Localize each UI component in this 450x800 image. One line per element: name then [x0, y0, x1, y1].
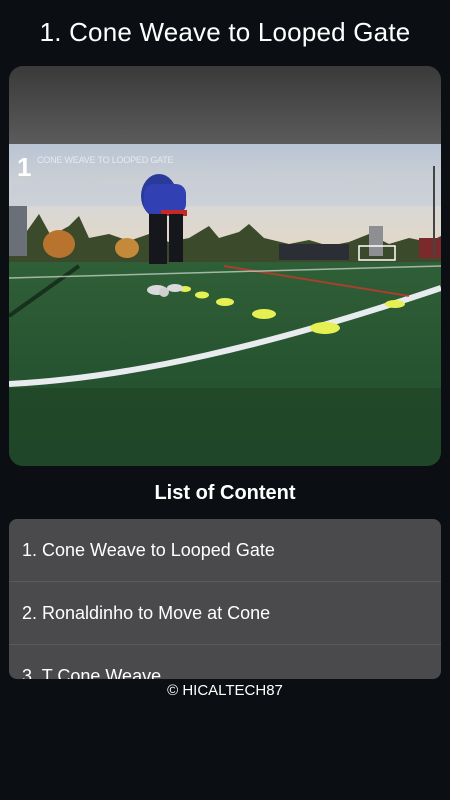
list-item[interactable]: 2. Ronaldinho to Move at Cone	[9, 582, 441, 645]
list-item[interactable]: 1. Cone Weave to Looped Gate	[9, 519, 441, 582]
page-title: 1. Cone Weave to Looped Gate	[39, 17, 411, 47]
video-thumbnail	[9, 66, 441, 466]
turf-shadow	[9, 388, 441, 466]
training-cone	[310, 322, 340, 334]
copyright-footer: © HICALTECH87	[167, 682, 283, 699]
autumn-tree	[43, 230, 75, 258]
autumn-tree	[115, 238, 139, 258]
video-player[interactable]: 1 CONE WEAVE TO LOOPED GATE	[9, 66, 441, 466]
list-item[interactable]: 3. T Cone Weave	[9, 645, 441, 680]
training-cone	[252, 309, 276, 319]
list-item-label: 2. Ronaldinho to Move at Cone	[22, 602, 271, 623]
building	[419, 238, 441, 258]
training-cone	[385, 300, 405, 308]
list-item-label: 3. T Cone Weave	[22, 665, 162, 680]
app-screen: 1. Cone Weave to Looped Gate 1 CONE WEAV…	[0, 0, 450, 800]
video-letterbox-top	[9, 66, 441, 144]
video-clip-number: 1	[17, 152, 32, 182]
building	[369, 226, 383, 256]
content-list-heading: List of Content	[154, 482, 296, 504]
video-clip-caption: CONE WEAVE TO LOOPED GATE	[37, 155, 174, 165]
building	[9, 206, 27, 256]
list-item-label: 1. Cone Weave to Looped Gate	[22, 539, 275, 560]
stadium-stand	[279, 244, 349, 260]
content-list: 1. Cone Weave to Looped Gate 2. Ronaldin…	[9, 519, 441, 679]
training-cone	[195, 291, 209, 299]
training-cone	[216, 298, 234, 306]
